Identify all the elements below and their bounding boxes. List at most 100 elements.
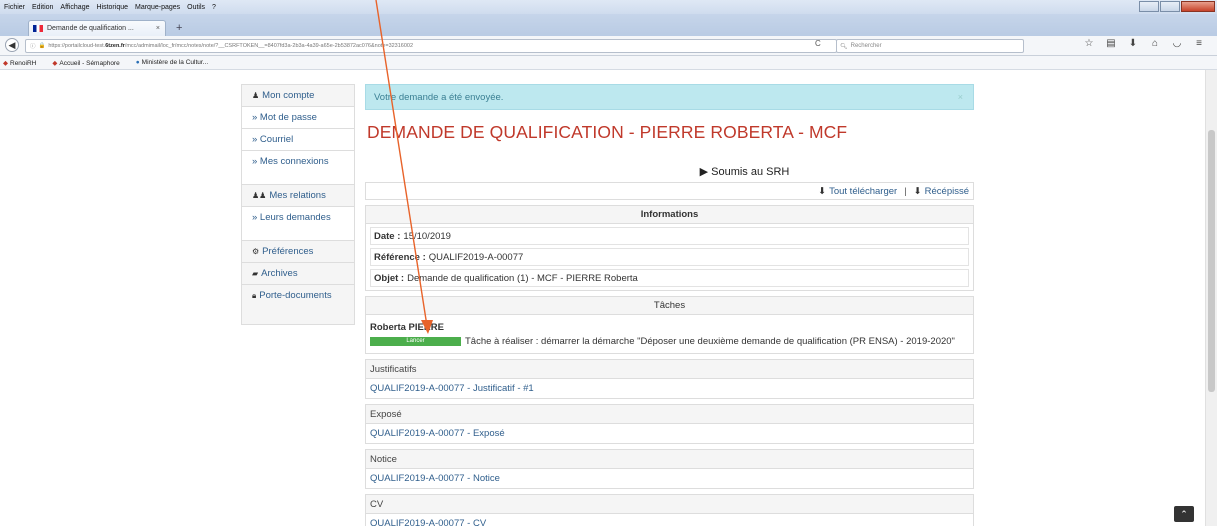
bookmark-label: RenoiRH [10,59,37,67]
reload-icon[interactable]: C [815,39,821,48]
cogs-icon: ⚙ [252,247,260,256]
document-link[interactable]: QUALIF2019-A-00077 - Notice [366,469,973,488]
separator: | [904,185,907,197]
sidebar-item-mes-relations[interactable]: ♟♟ Mes relations [241,185,355,207]
search-placeholder: Rechercher [850,43,882,49]
browser-tab[interactable]: Demande de qualification ... × [28,20,166,36]
sidebar-item-mon-compte[interactable]: ♟ Mon compte [241,84,355,107]
object-row: Objet : Demande de qualification (1) - MC… [370,269,969,287]
panel-heading: Justificatifs [366,360,973,379]
bookmark-semaphore[interactable]: ◆ Accueil - Sémaphore [52,59,127,67]
tab-title: Demande de qualification ... [47,25,134,32]
lock-icon: 🔒 [38,43,46,49]
receipt-link[interactable]: ⬇ Récépissé [914,186,969,197]
sidebar-item-preferences[interactable]: ⚙ Préférences [241,241,355,263]
document-link[interactable]: QUALIF2019-A-00077 - CV [366,514,973,526]
notice-panel: Notice QUALIF2019-A-00077 - Notice [365,449,974,489]
info-icon: ⓘ [30,44,36,50]
bookmark-star-icon[interactable]: ☆ [1078,38,1100,49]
home-icon[interactable]: ⌂ [1144,38,1166,49]
search-input[interactable]: 🔍︎ Rechercher [836,39,1024,53]
play-icon: ▶ [699,166,709,178]
sidebar-item-mes-connexions[interactable]: » Mes connexions [241,151,355,185]
sidebar-item-courriel[interactable]: » Courriel [241,129,355,151]
menu-marque-pages[interactable]: Marque-pages [135,4,180,11]
bookmark-icon: ● [135,59,140,66]
bookmark-ministere[interactable]: ● Ministère de la Cultur... [136,59,216,66]
task-person: Roberta PIERRE [370,322,444,333]
success-alert: Votre demande a été envoyée. × [365,84,974,110]
download-all-label: Tout télécharger [829,185,898,197]
date-label: Date : [374,230,401,242]
download-bar: ⬇ Tout télécharger | ⬇ Récépissé [365,182,974,200]
cv-panel: CV QUALIF2019-A-00077 - CV [365,494,974,526]
maximize-button[interactable] [1160,1,1180,12]
menu-fichier[interactable]: Fichier [4,4,25,11]
sidebar-item-label: Porte-documents [259,290,332,301]
page-title: DEMANDE DE QUALIFICATION - PIERRE ROBERT… [367,122,848,142]
menu-affichage[interactable]: Affichage [60,4,89,11]
panel-heading: CV [366,495,973,514]
date-value: 15/10/2019 [403,230,451,242]
sidebar-item-archives[interactable]: ▰ Archives [241,263,355,285]
tasks-panel: Tâches Roberta PIERRE Lancer Tâche à réal… [365,296,974,354]
download-icon: ⬇ [818,185,827,197]
sidebar-item-label: » Leurs demandes [252,212,331,223]
sidebar-item-label: » Courriel [252,134,294,145]
sidebar-item-mot-de-passe[interactable]: » Mot de passe [241,107,355,129]
menu-aide[interactable]: ? [212,4,216,11]
receipt-label: Récépissé [924,185,969,197]
hamburger-menu-icon[interactable]: ≡ [1188,38,1210,49]
back-to-top-button[interactable]: ⌃ [1174,506,1194,522]
menu-bar: Fichier Edition Affichage Historique Mar… [0,0,1217,14]
minimize-button[interactable] [1139,1,1159,12]
users-icon: ♟♟ [252,191,267,200]
lock-icon: 🔒︎ [252,291,257,300]
bookmark-renoirh[interactable]: ◆ RenoiRH [3,59,44,67]
folder-icon: ▰ [252,269,259,278]
document-link[interactable]: QUALIF2019-A-00077 - Justificatif - #1 [366,379,973,398]
sidebar-item-leurs-demandes[interactable]: » Leurs demandes [241,207,355,241]
url-bar[interactable]: ⓘ 🔒 https://portailcloud-test. 6tzen.fr/m… [25,39,837,53]
sidebar: ♟ Mon compte » Mot de passe » Courriel » … [241,84,355,325]
lancer-button[interactable]: Lancer [370,336,461,346]
download-all-link[interactable]: ⬇ Tout télécharger [818,186,897,197]
sidebar-item-label: Préférences [262,246,314,257]
panel-heading: Tâches [366,297,973,315]
sidebar-item-porte-documents[interactable]: 🔒︎ Porte-documents [241,285,355,325]
nav-bar: ◀ ⓘ 🔒 https://portailcloud-test. 6tzen.fr… [0,36,1217,56]
back-button[interactable]: ◀ [5,38,19,52]
sidebar-item-label: Archives [261,268,298,279]
bookmark-icon: ◆ [52,59,58,67]
user-icon: ♟ [252,91,260,100]
reference-row: Référence : QUALIF2019-A-00077 [370,248,969,266]
informations-panel: Informations Date :15/10/2019 Référence … [365,205,974,291]
menu-outils[interactable]: Outils [187,4,205,11]
object-value: Demande de qualification (1) - MCF - PIE… [407,272,638,284]
scrollbar-thumb[interactable] [1208,130,1215,392]
close-window-button[interactable] [1181,1,1215,12]
sidebar-item-label: Mon compte [262,90,315,101]
bookmark-label: Ministère de la Cultur... [141,59,209,66]
status-line: ▶ Soumis au SRH [365,165,974,178]
page-scrollbar[interactable] [1205,70,1217,526]
panel-heading: Notice [366,450,973,469]
menu-edition[interactable]: Edition [32,4,53,11]
url-host: 6tzen.fr [105,43,125,49]
date-row: Date :15/10/2019 [370,227,969,245]
menu-historique[interactable]: Historique [96,4,128,11]
bookmark-label: Accueil - Sémaphore [59,59,120,67]
close-alert-icon[interactable]: × [958,92,963,102]
bookmarks-bar: ◆ RenoiRH ◆ Accueil - Sémaphore ● Ministère… [0,56,1217,70]
document-link[interactable]: QUALIF2019-A-00077 - Exposé [366,424,973,443]
library-icon[interactable]: ▤ [1100,38,1122,49]
expose-panel: Exposé QUALIF2019-A-00077 - Exposé [365,404,974,444]
close-tab-icon[interactable]: × [156,25,160,32]
status-text: Soumis au SRH [711,166,790,178]
new-tab-icon[interactable]: + [176,22,182,34]
search-icon: 🔍︎ [840,43,848,50]
download-icon[interactable]: ⬇ [1122,38,1144,49]
pocket-icon[interactable]: ◡ [1166,38,1188,49]
task-description: Tâche à réaliser : démarrer la démarche … [465,336,955,347]
favicon-icon [33,25,43,32]
